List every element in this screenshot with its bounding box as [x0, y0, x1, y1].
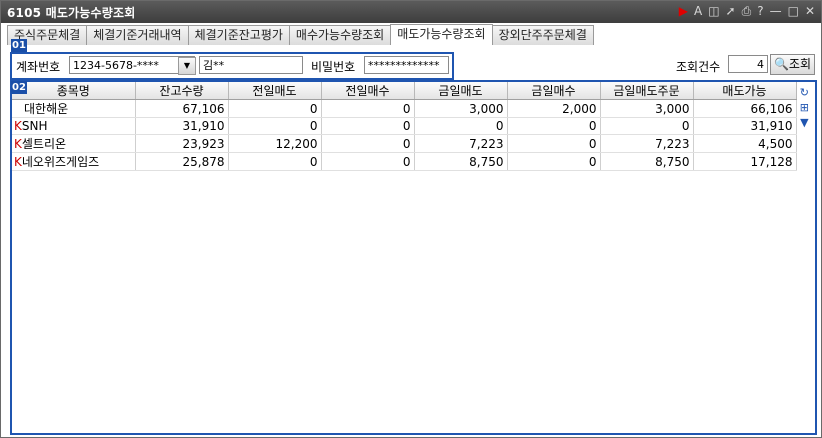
tab-buyable-qty[interactable]: 매수가능수량조회: [288, 25, 392, 45]
table-cell: 0: [507, 134, 601, 153]
table-cell: 25,878: [135, 152, 229, 171]
main-window: 6105 매도가능수량조회 ▶ A ◫ ➚ ⎙ ? — □ ✕ 주식주문체결 체…: [0, 0, 822, 438]
table-row[interactable]: KSNH 31,910 0 0 0 0 0 31,910: [12, 117, 797, 135]
query-count-label: 조회건수: [676, 60, 721, 74]
col-header-today-sell-order[interactable]: 금일매도주문: [600, 82, 694, 100]
col-header-today-buy[interactable]: 금일매수: [507, 82, 601, 100]
font-icon[interactable]: A: [694, 4, 702, 18]
window-title: 6105 매도가능수량조회: [7, 6, 136, 20]
table-cell: 66,106: [693, 99, 797, 118]
table-cell: 67,106: [135, 99, 229, 118]
table-row[interactable]: 대한해운 67,106 0 0 3,000 2,000 3,000 66,106: [12, 99, 797, 118]
col-header-prev-sell[interactable]: 전일매도: [228, 82, 322, 100]
maximize-icon[interactable]: □: [788, 4, 799, 18]
col-header-today-sell[interactable]: 금일매도: [414, 82, 508, 100]
table-cell: 17,128: [693, 152, 797, 171]
table-cell: 12,200: [228, 134, 322, 153]
grid-side-controls: ↻ ⊞ ▼: [800, 86, 809, 129]
print-icon[interactable]: ⎙: [742, 4, 752, 18]
refresh-icon[interactable]: ↻: [800, 86, 809, 99]
tab-sellable-qty[interactable]: 매도가능수량조회: [390, 24, 493, 45]
table-cell: 0: [321, 134, 415, 153]
market-mark: K: [14, 119, 22, 133]
table-header-row: 종목명 잔고수량 전일매도 전일매수 금일매도 금일매수 금일매도주문 매도가능: [12, 82, 797, 100]
password-field[interactable]: *************: [364, 56, 449, 74]
section-badge-02: 02: [11, 81, 27, 94]
table-cell: 8,750: [600, 152, 694, 171]
query-button-label: 조회: [788, 57, 812, 71]
table-cell: 0: [228, 152, 322, 171]
account-name-field: 김**: [199, 56, 303, 74]
col-header-stock-name[interactable]: 종목명: [12, 82, 136, 100]
table-cell: 0: [228, 117, 322, 135]
market-mark: K: [14, 155, 22, 169]
table-cell: 0: [414, 117, 508, 135]
table-cell: 0: [321, 99, 415, 118]
stock-name-cell: 대한해운: [12, 99, 136, 118]
table-cell: 0: [228, 99, 322, 118]
table-cell: 3,000: [414, 99, 508, 118]
magnifier-icon: 🔍: [773, 57, 789, 71]
account-label: 계좌번호: [16, 60, 61, 74]
play-icon[interactable]: ▶: [679, 4, 688, 18]
table-cell: 8,750: [414, 152, 508, 171]
col-header-prev-buy[interactable]: 전일매수: [321, 82, 415, 100]
window-icon[interactable]: ◫: [708, 4, 719, 18]
account-number-field[interactable]: 1234-5678-****: [69, 56, 195, 74]
expand-icon[interactable]: ⊞: [800, 101, 809, 114]
stock-name: 대한해운: [24, 102, 69, 116]
tab-trade-history[interactable]: 체결기준거래내역: [86, 25, 189, 45]
market-mark: K: [14, 137, 22, 151]
table-cell: 31,910: [693, 117, 797, 135]
password-label: 비밀번호: [311, 60, 356, 74]
holdings-grid: 종목명 잔고수량 전일매도 전일매수 금일매도 금일매수 금일매도주문 매도가능…: [10, 80, 817, 435]
stock-name: SNH: [21, 119, 48, 133]
table-row[interactable]: K네오위즈게임즈 25,878 0 0 8,750 0 8,750 17,128: [12, 152, 797, 171]
table-cell: 0: [321, 152, 415, 171]
pin-icon[interactable]: ➚: [726, 4, 736, 18]
table-cell: 7,223: [414, 134, 508, 153]
account-section: 계좌번호 1234-5678-**** ▼ 김** 비밀번호 *********…: [10, 52, 454, 80]
table-cell: 4,500: [693, 134, 797, 153]
table-cell: 23,923: [135, 134, 229, 153]
query-button[interactable]: 🔍조회: [770, 54, 815, 75]
table-cell: 3,000: [600, 99, 694, 118]
col-header-sellable[interactable]: 매도가능: [693, 82, 797, 100]
collapse-icon[interactable]: ▼: [800, 116, 808, 129]
stock-name-cell: KSNH: [12, 117, 136, 135]
col-header-balance-qty[interactable]: 잔고수량: [135, 82, 229, 100]
tab-bar: 주식주문체결 체결기준거래내역 체결기준잔고평가 매수가능수량조회 매도가능수량…: [7, 24, 594, 45]
table-cell: 0: [600, 117, 694, 135]
query-count-field[interactable]: 4: [728, 55, 768, 73]
table-cell: 31,910: [135, 117, 229, 135]
table-cell: 0: [321, 117, 415, 135]
table-cell: 0: [507, 117, 601, 135]
table-cell: 0: [507, 152, 601, 171]
help-icon[interactable]: ?: [757, 4, 763, 18]
title-bar-controls: ▶ A ◫ ➚ ⎙ ? — □ ✕: [679, 4, 815, 18]
stock-name-cell: K네오위즈게임즈: [12, 152, 136, 171]
minimize-icon[interactable]: —: [770, 4, 782, 18]
stock-name: 네오위즈게임즈: [21, 155, 100, 169]
tab-otc-odd-lot[interactable]: 장외단주주문체결: [491, 25, 594, 45]
table-cell: 2,000: [507, 99, 601, 118]
section-badge-01: 01: [11, 39, 27, 52]
title-bar[interactable]: 6105 매도가능수량조회 ▶ A ◫ ➚ ⎙ ? — □ ✕: [1, 1, 821, 23]
chevron-down-icon[interactable]: ▼: [178, 57, 196, 75]
table-cell: 7,223: [600, 134, 694, 153]
stock-name-cell: K셀트리온: [12, 134, 136, 153]
tab-balance-eval[interactable]: 체결기준잔고평가: [187, 25, 290, 45]
holdings-table: 종목명 잔고수량 전일매도 전일매수 금일매도 금일매수 금일매도주문 매도가능…: [12, 82, 797, 171]
stock-name: 셀트리온: [21, 137, 67, 151]
close-icon[interactable]: ✕: [805, 4, 815, 18]
table-row[interactable]: K셀트리온 23,923 12,200 0 7,223 0 7,223 4,50…: [12, 134, 797, 153]
